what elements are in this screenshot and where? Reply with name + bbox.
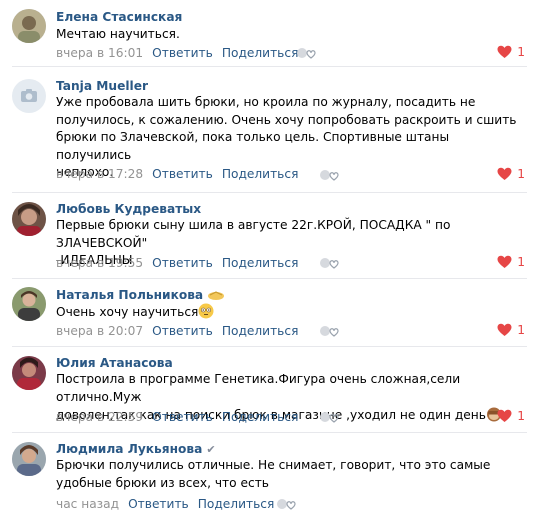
comment-date[interactable]: вчера в 19:55 (56, 256, 143, 270)
comment-date[interactable]: вчера в 22:59 (56, 410, 143, 424)
reply-button[interactable]: Ответить (152, 167, 213, 181)
heart-icon (497, 323, 512, 336)
share-button[interactable]: Поделиться (222, 410, 299, 424)
heart-icon (497, 167, 512, 180)
share-button[interactable]: Поделиться (198, 497, 275, 511)
like-count: 1 (517, 255, 525, 269)
like-button[interactable]: 1 (497, 409, 525, 423)
like-count: 1 (517, 409, 525, 423)
comment-author[interactable]: Наталья Польникова (56, 288, 225, 302)
share-button[interactable]: Поделиться (222, 46, 299, 60)
like-button[interactable]: 1 (497, 167, 525, 181)
author-name[interactable]: Любовь Кудреватых (56, 202, 201, 216)
author-name[interactable]: Юлия Атанасова (56, 356, 173, 370)
user-photo (12, 442, 46, 476)
reaction-icon[interactable] (275, 496, 297, 512)
share-button[interactable]: Поделиться (222, 167, 299, 181)
heart-icon (497, 409, 512, 422)
reaction-icon[interactable] (318, 323, 340, 339)
avatar[interactable] (12, 9, 46, 43)
comment-author[interactable]: Елена Стасинская (56, 10, 182, 24)
like-count: 1 (517, 323, 525, 337)
heart-icon (497, 255, 512, 268)
avatar[interactable] (12, 202, 46, 236)
like-button[interactable]: 1 (497, 323, 525, 337)
comment-date[interactable]: вчера в 16:01 (56, 46, 143, 60)
reply-button[interactable]: Ответить (152, 256, 213, 270)
comment-text-content: Очень хочу научиться (56, 305, 199, 319)
reply-button[interactable]: Ответить (152, 46, 213, 60)
user-photo (12, 287, 46, 321)
heart-icon (497, 45, 512, 58)
comment-item: Елена Стасинская Мечтаю научиться. вчера… (0, 0, 539, 66)
comment-meta: вчера в 16:01 Ответить Поделиться (56, 46, 298, 60)
comment-item: Tanja Mueller Уже пробовала шить брюки, … (0, 67, 539, 193)
comment-author[interactable]: Tanja Mueller (56, 79, 148, 93)
comment-meta: вчера в 22:59 Ответить Поделиться (56, 410, 298, 424)
reply-button[interactable]: Ответить (152, 410, 213, 424)
author-name[interactable]: Наталья Польникова (56, 288, 203, 302)
like-button[interactable]: 1 (497, 255, 525, 269)
avatar[interactable] (12, 356, 46, 390)
reaction-icon[interactable] (318, 255, 340, 271)
flushed-face-emoji (198, 303, 214, 319)
comment-meta: вчера в 20:07 Ответить Поделиться (56, 324, 298, 338)
reaction-icon[interactable] (318, 409, 340, 425)
avatar[interactable] (12, 442, 46, 476)
comment-item: Людмила Лукьянова ✔ Брючки получились от… (0, 433, 539, 526)
camera-icon (21, 89, 37, 102)
author-name[interactable]: Tanja Mueller (56, 79, 148, 93)
reply-button[interactable]: Ответить (128, 497, 189, 511)
comment-text: Брючки получились отличные. Не снимает, … (56, 458, 491, 490)
comment-meta: вчера в 19:55 Ответить Поделиться (56, 256, 298, 270)
comment-item: Юлия Атанасова Построила в программе Ген… (0, 347, 539, 433)
comment-author[interactable]: Юлия Атанасова (56, 356, 173, 370)
like-button[interactable]: 1 (497, 45, 525, 59)
comment-text: Мечтаю научиться. (56, 27, 180, 41)
share-button[interactable]: Поделиться (222, 256, 299, 270)
user-photo (12, 356, 46, 390)
avatar[interactable] (12, 79, 46, 113)
like-count: 1 (517, 45, 525, 59)
comment-author[interactable]: Людмила Лукьянова ✔ (56, 442, 216, 456)
comment-item: Любовь Кудреватых Первые брюки сыну шила… (0, 193, 539, 279)
comment-date[interactable]: вчера в 20:07 (56, 324, 143, 338)
comment-item: Наталья Польникова Очень хочу научиться … (0, 279, 539, 347)
comment-meta: вчера в 17:28 Ответить Поделиться (56, 167, 298, 181)
comment-author[interactable]: Любовь Кудреватых (56, 202, 201, 216)
comment-text: Очень хочу научиться (56, 303, 526, 322)
share-button[interactable]: Поделиться (222, 324, 299, 338)
comment-date[interactable]: час назад (56, 497, 119, 511)
comment-meta: час назад Ответить Поделиться (56, 497, 274, 511)
handshake-emoji (208, 291, 225, 300)
reply-button[interactable]: Ответить (152, 324, 213, 338)
author-name[interactable]: Елена Стасинская (56, 10, 182, 24)
user-photo (12, 202, 46, 236)
verified-check-icon: ✔ (206, 442, 216, 456)
reaction-icon[interactable] (295, 45, 317, 61)
comment-date[interactable]: вчера в 17:28 (56, 167, 143, 181)
avatar[interactable] (12, 287, 46, 321)
reaction-icon[interactable] (318, 167, 340, 183)
author-name[interactable]: Людмила Лукьянова (56, 442, 202, 456)
user-photo (12, 9, 46, 43)
like-count: 1 (517, 167, 525, 181)
